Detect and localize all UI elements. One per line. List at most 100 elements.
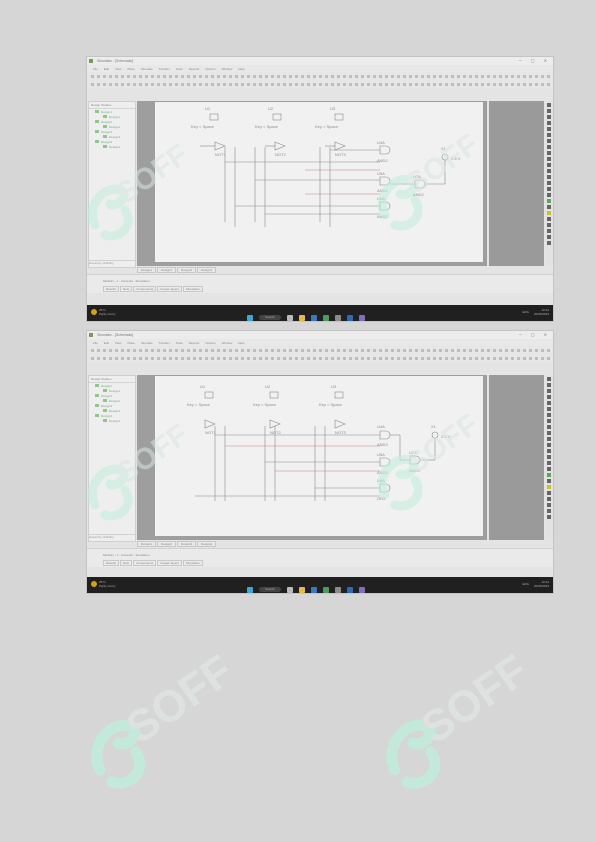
sheet-tab[interactable]: Design4 bbox=[197, 541, 217, 547]
output-tab[interactable]: Nets bbox=[120, 560, 133, 566]
svg-text:SOFF: SOFF bbox=[400, 128, 484, 201]
menu-reports[interactable]: Reports bbox=[189, 67, 200, 71]
menu-help[interactable]: Help bbox=[238, 67, 244, 71]
chrome-icon[interactable] bbox=[323, 586, 329, 593]
svg-text:SOFF: SOFF bbox=[110, 418, 194, 491]
source-ref: U1 bbox=[205, 106, 211, 111]
toolbar-components[interactable] bbox=[87, 80, 553, 88]
sheet-tab[interactable]: Design3 bbox=[177, 541, 197, 547]
clock[interactable]: 10:24 20/05/2023 bbox=[534, 308, 549, 316]
output-tab[interactable]: Results bbox=[103, 560, 120, 566]
menu-file[interactable]: File bbox=[93, 67, 98, 71]
menu-tools[interactable]: Tools bbox=[176, 341, 183, 345]
file-explorer-icon[interactable] bbox=[299, 586, 305, 593]
weather-icon[interactable] bbox=[91, 581, 97, 587]
app-icon[interactable] bbox=[335, 314, 341, 321]
menu-bar: File Edit View Place Simulate Transfer Tools Re… bbox=[87, 339, 553, 346]
output-tab[interactable]: Copper layers bbox=[157, 560, 182, 566]
sheet-tab[interactable]: Design1 bbox=[137, 267, 157, 273]
taskbar: 25°C Partly sunny Search ENG 10:24 20/05/2… bbox=[87, 577, 553, 593]
chrome-icon[interactable] bbox=[323, 314, 329, 321]
menu-simulate[interactable]: Simulate bbox=[141, 67, 153, 71]
menu-window[interactable]: Window bbox=[222, 67, 233, 71]
sheet-tab[interactable]: Design3 bbox=[177, 267, 197, 273]
menu-place[interactable]: Place bbox=[127, 67, 135, 71]
svg-text:SOFF: SOFF bbox=[413, 650, 537, 753]
menu-view[interactable]: View bbox=[115, 67, 121, 71]
menu-view[interactable]: View bbox=[115, 341, 121, 345]
weather-icon[interactable] bbox=[91, 309, 97, 315]
instruments-toolbar[interactable] bbox=[545, 375, 553, 540]
window-controls[interactable]: ─ ▢ ✕ bbox=[519, 332, 551, 337]
output-tab[interactable]: Nets bbox=[120, 286, 133, 292]
title-bar: Simulator - [Schematic] ─ ▢ ✕ bbox=[87, 331, 553, 339]
watermark-logo: SOFF bbox=[87, 138, 195, 241]
folder-icon bbox=[95, 403, 99, 407]
menu-options[interactable]: Options bbox=[205, 67, 215, 71]
menu-edit[interactable]: Edit bbox=[104, 341, 109, 345]
edge-icon[interactable] bbox=[347, 586, 353, 593]
instruments-toolbar[interactable] bbox=[545, 101, 553, 266]
menu-file[interactable]: File bbox=[93, 341, 98, 345]
output-tab[interactable]: Components bbox=[133, 560, 157, 566]
source-label: Key = Space bbox=[191, 124, 215, 129]
window-title: Simulator - [Schematic] bbox=[97, 333, 134, 337]
start-icon[interactable] bbox=[247, 586, 253, 593]
output-tab[interactable]: Results bbox=[103, 286, 120, 292]
tray-icons[interactable]: ENG bbox=[522, 310, 529, 314]
menu-tools[interactable]: Tools bbox=[176, 67, 183, 71]
schematic-icon bbox=[103, 388, 107, 392]
clock[interactable]: 10:24 20/05/2023 bbox=[534, 580, 549, 588]
menu-options[interactable]: Options bbox=[205, 341, 215, 345]
menu-simulate[interactable]: Simulate bbox=[141, 341, 153, 345]
output-tab[interactable]: Simulation bbox=[182, 560, 203, 566]
source-ref: U1 bbox=[200, 384, 206, 389]
source-ref: U2 bbox=[268, 106, 274, 111]
search-box[interactable]: Search bbox=[259, 315, 281, 321]
svg-text:SOFF: SOFF bbox=[110, 138, 194, 211]
taskbar-apps: Search bbox=[247, 309, 371, 321]
search-box[interactable]: Search bbox=[259, 587, 281, 593]
file-explorer-icon[interactable] bbox=[299, 314, 305, 321]
task-view-icon[interactable] bbox=[287, 586, 293, 593]
menu-transfer[interactable]: Transfer bbox=[159, 67, 170, 71]
toolbar-standard[interactable] bbox=[87, 346, 553, 354]
sheet-tab[interactable]: Design2 bbox=[157, 267, 177, 273]
tree-tabs[interactable]: Hierarchy Visibility bbox=[89, 534, 135, 541]
tray-icons[interactable]: ENG bbox=[522, 582, 529, 586]
gate-label: NOT3 bbox=[335, 152, 346, 157]
start-icon[interactable] bbox=[247, 314, 253, 321]
tree-tabs[interactable]: Hierarchy Visibility bbox=[89, 260, 135, 267]
toolbar-components[interactable] bbox=[87, 354, 553, 362]
store-icon[interactable] bbox=[311, 586, 317, 593]
store-icon[interactable] bbox=[311, 314, 317, 321]
svg-text:SOFF: SOFF bbox=[400, 408, 484, 481]
menu-reports[interactable]: Reports bbox=[189, 341, 200, 345]
toolbar-standard[interactable] bbox=[87, 72, 553, 80]
simulator-icon[interactable] bbox=[359, 314, 365, 321]
watermark-logo: SOFF bbox=[377, 128, 485, 231]
output-tab[interactable]: Copper layers bbox=[157, 286, 182, 292]
spreadsheet-view: Multisim - 1 : Contents - Simulation Res… bbox=[87, 548, 553, 567]
title-bar: Simulator - [Schematic] ─ ▢ ✕ bbox=[87, 57, 553, 65]
sheet-tab[interactable]: Design4 bbox=[197, 267, 217, 273]
task-view-icon[interactable] bbox=[287, 314, 293, 321]
sheet-tab[interactable]: Design2 bbox=[157, 541, 177, 547]
sheet-tab[interactable]: Design1 bbox=[137, 541, 157, 547]
menu-help[interactable]: Help bbox=[238, 341, 244, 345]
menu-place[interactable]: Place bbox=[127, 341, 135, 345]
edge-icon[interactable] bbox=[347, 314, 353, 321]
output-line: Multisim - 1 : Contents - Simulation bbox=[103, 553, 150, 557]
weather-text[interactable]: 25°C Partly sunny bbox=[99, 308, 116, 316]
menu-edit[interactable]: Edit bbox=[104, 67, 109, 71]
output-tab[interactable]: Simulation bbox=[182, 286, 203, 292]
app-icon bbox=[89, 333, 93, 337]
sheet-tabs: Design1 Design2 Design3 Design4 bbox=[137, 267, 437, 274]
output-tab[interactable]: Components bbox=[133, 286, 157, 292]
menu-transfer[interactable]: Transfer bbox=[159, 341, 170, 345]
app-icon[interactable] bbox=[335, 586, 341, 593]
window-controls[interactable]: ─ ▢ ✕ bbox=[519, 58, 551, 63]
menu-window[interactable]: Window bbox=[222, 341, 233, 345]
weather-text[interactable]: 25°C Partly sunny bbox=[99, 580, 116, 588]
simulator-icon[interactable] bbox=[359, 586, 365, 593]
